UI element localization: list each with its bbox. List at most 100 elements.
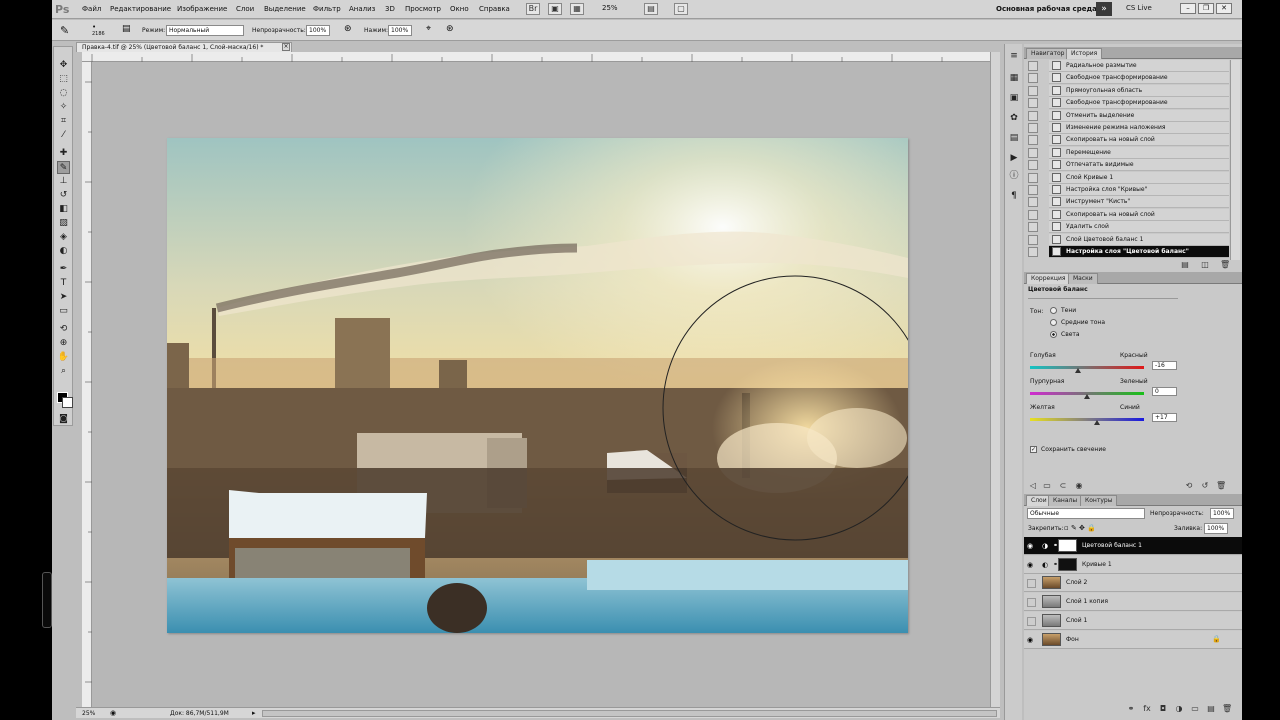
layer-name[interactable]: Кривые 1 — [1082, 561, 1112, 568]
tone-midtones[interactable]: Средние тона — [1050, 318, 1150, 328]
layer-thumbnail[interactable] — [1058, 557, 1077, 571]
visibility-toggle-icon[interactable]: ◉ — [1074, 481, 1084, 491]
delete-layer-icon[interactable]: 🗑 — [1222, 704, 1232, 714]
airbrush-icon[interactable]: ⌖ — [426, 24, 431, 34]
pressure-opacity-icon[interactable]: ⊛ — [344, 24, 352, 34]
history-state-checkbox[interactable] — [1028, 135, 1038, 146]
tab-paths[interactable]: Контуры — [1080, 495, 1118, 506]
minibridge-icon[interactable]: ▣ — [548, 3, 562, 15]
history-state-checkbox[interactable] — [1028, 222, 1038, 233]
history-state[interactable]: Изменение режима наложения — [1049, 122, 1229, 134]
layer-thumbnail[interactable] — [1042, 595, 1061, 609]
tab-adjustments[interactable]: Коррекция — [1026, 273, 1071, 284]
menu-3d[interactable]: 3D — [385, 5, 395, 13]
history-state-checkbox[interactable] — [1028, 185, 1038, 195]
eraser-tool-icon[interactable]: ◧ — [57, 203, 70, 216]
visibility-toggle-empty[interactable] — [1027, 616, 1036, 626]
history-state[interactable]: Отпечатать видимые — [1049, 159, 1229, 172]
info-circle-icon[interactable]: ⓘ — [1008, 170, 1020, 182]
history-state[interactable]: Скопировать на новый слой — [1049, 208, 1229, 221]
brush-preview-icon[interactable]: • — [92, 23, 96, 31]
history-state-checkbox[interactable] — [1028, 147, 1038, 158]
clip-to-layer-icon[interactable]: ⊂ — [1058, 481, 1068, 491]
slider-thumb[interactable] — [1074, 368, 1081, 373]
new-layer-icon[interactable]: ▤ — [1206, 704, 1216, 714]
layer-thumbnail[interactable] — [1042, 576, 1061, 590]
new-adjustment-layer-icon[interactable]: ◑ — [1174, 704, 1184, 714]
healing-brush-tool-icon[interactable]: ✚ — [57, 147, 70, 160]
history-state[interactable]: Скопировать на новый слой — [1049, 134, 1229, 147]
layer-thumbnail[interactable] — [1058, 539, 1077, 552]
preserve-luminosity-row[interactable]: ✓ Сохранить свечение — [1030, 445, 1180, 455]
history-state-checkbox[interactable] — [1028, 160, 1038, 171]
history-scrollbar[interactable] — [1230, 60, 1240, 260]
minimize-icon[interactable]: – — [1180, 3, 1196, 14]
history-state[interactable]: Настройка слоя "Цветовой баланс" — [1049, 246, 1229, 258]
tab-navigator[interactable]: Навигатор — [1026, 48, 1070, 59]
horizontal-scrollbar[interactable] — [262, 710, 997, 717]
quick-mask-icon[interactable]: ◙ — [57, 413, 70, 426]
3d-rotate-tool-icon[interactable]: ⟲ — [57, 323, 70, 336]
zoom-tool-icon[interactable]: ⌕ — [57, 365, 70, 378]
visibility-toggle-empty[interactable] — [1027, 579, 1036, 589]
expand-view-icon[interactable]: ▭ — [1042, 481, 1052, 491]
vertical-scrollbar[interactable] — [990, 52, 1000, 707]
menu-edit[interactable]: Редактирование — [110, 5, 171, 13]
tab-channels[interactable]: Каналы — [1048, 495, 1083, 506]
slider-track[interactable] — [1030, 418, 1144, 421]
actions-panel-icon[interactable]: ▶ — [1008, 152, 1020, 164]
status-arrow-icon[interactable]: ▸ — [252, 709, 256, 717]
clone-source-panel-icon[interactable]: ▤ — [1008, 132, 1020, 144]
close-document-icon[interactable]: × — [282, 43, 290, 51]
slider-track[interactable] — [1030, 366, 1144, 369]
layer-name[interactable]: Слой 2 — [1066, 579, 1087, 586]
add-mask-icon[interactable]: ◘ — [1158, 704, 1168, 714]
document-tab[interactable]: Правка-4.tif @ 25% (Цветовой баланс 1, С… — [76, 42, 292, 52]
history-state[interactable]: Перемещение — [1049, 146, 1229, 159]
history-state-checkbox[interactable] — [1028, 61, 1038, 71]
history-state-checkbox[interactable] — [1028, 85, 1038, 96]
history-state-checkbox[interactable] — [1028, 234, 1038, 245]
quick-select-tool-icon[interactable]: ✧ — [57, 101, 70, 114]
shape-tool-icon[interactable]: ▭ — [57, 305, 70, 318]
preserve-luminosity-checkbox[interactable]: ✓ — [1030, 446, 1037, 453]
tab-history[interactable]: История — [1066, 48, 1103, 59]
arrange-documents-icon[interactable]: ▤ — [644, 3, 658, 15]
delete-adjustment-icon[interactable]: 🗑 — [1216, 481, 1226, 491]
history-brush-tool-icon[interactable]: ↺ — [57, 189, 70, 202]
view-extras-icon[interactable]: ▦ — [570, 3, 584, 15]
new-group-icon[interactable]: ▭ — [1190, 704, 1200, 714]
opacity-input[interactable]: 100% — [306, 25, 330, 36]
menu-image[interactable]: Изображение — [177, 5, 227, 13]
slider-value-input[interactable]: 0 — [1152, 387, 1177, 396]
history-state-checkbox[interactable] — [1028, 98, 1038, 109]
cs-live-menu[interactable]: CS Live — [1126, 4, 1152, 12]
layer-row[interactable]: ◉ ◑ ⚭ Цветовой баланс 1 — [1024, 537, 1242, 555]
workspace-label[interactable]: Основная рабочая среда — [996, 5, 1097, 13]
tone-shadows[interactable]: Тени — [1050, 306, 1150, 316]
hand-tool-icon[interactable]: ✋ — [57, 351, 70, 364]
pressure-size-icon[interactable]: ⊛ — [446, 24, 454, 34]
close-window-icon[interactable]: ✕ — [1216, 3, 1232, 14]
menu-select[interactable]: Выделение — [264, 5, 306, 13]
pen-tool-icon[interactable]: ✒ — [57, 263, 70, 276]
link-layers-icon[interactable]: ⚭ — [1126, 704, 1136, 714]
menu-window[interactable]: Окно — [450, 5, 469, 13]
history-state[interactable]: Свободное трансформирование — [1049, 97, 1229, 110]
background-color-swatch[interactable] — [62, 397, 73, 408]
brush-tool-icon[interactable]: ✎ — [57, 161, 70, 174]
canvas-area[interactable] — [92, 62, 990, 707]
brush-panel-icon[interactable]: ▤ — [122, 24, 131, 34]
visibility-eye-icon[interactable]: ◉ — [1027, 561, 1033, 569]
history-state[interactable]: Настройка слоя "Кривые" — [1049, 184, 1229, 196]
info-panel-icon[interactable]: ▦ — [1008, 72, 1020, 84]
slider-value-input[interactable]: +17 — [1152, 413, 1177, 422]
visibility-eye-icon[interactable]: ◉ — [1027, 542, 1033, 550]
history-state[interactable]: Инструмент "Кисть" — [1049, 196, 1229, 209]
layer-style-icon[interactable]: fx — [1142, 704, 1152, 714]
move-tool-icon[interactable]: ✥ — [57, 59, 70, 72]
3d-orbit-tool-icon[interactable]: ⊕ — [57, 337, 70, 350]
previous-state-icon[interactable]: ⟲ — [1184, 481, 1194, 491]
layer-opacity-input[interactable]: 100% — [1210, 508, 1234, 519]
visibility-eye-icon[interactable]: ◉ — [1027, 636, 1033, 644]
